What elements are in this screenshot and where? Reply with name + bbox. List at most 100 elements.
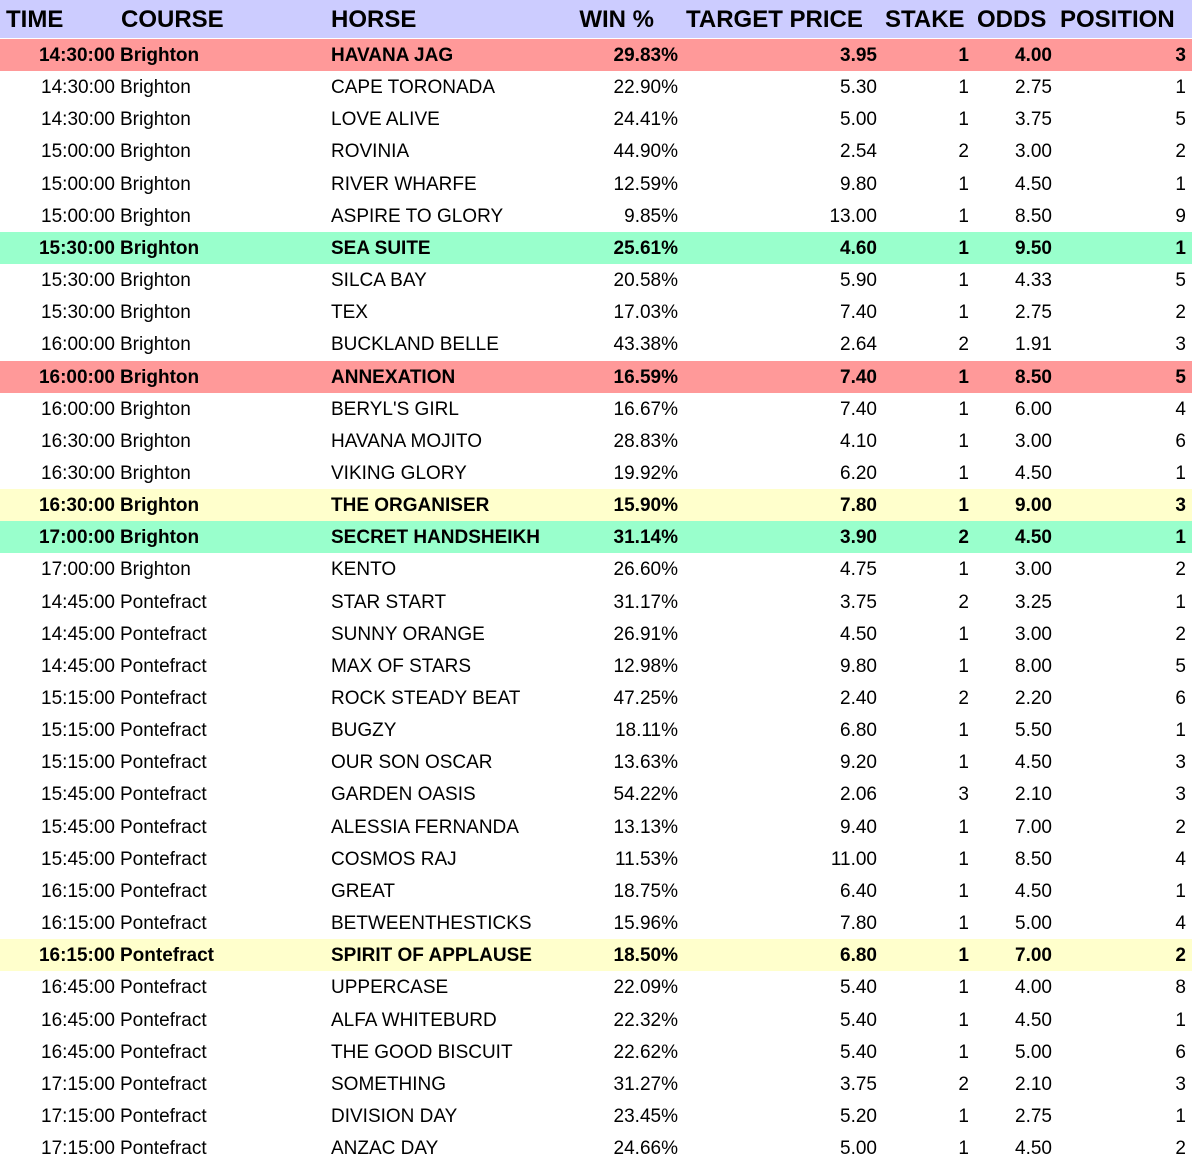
cell-odds[interactable]: 4.50 [1015, 746, 1052, 779]
cell-stake[interactable]: 1 [958, 746, 969, 779]
cell-horse[interactable]: TEX [331, 296, 368, 329]
cell-win[interactable]: 18.75% [614, 875, 678, 908]
cell-position[interactable]: 1 [1175, 714, 1186, 747]
cell-win[interactable]: 26.60% [614, 553, 678, 586]
cell-stake[interactable]: 1 [958, 843, 969, 876]
cell-target-price[interactable]: 5.20 [840, 1100, 877, 1133]
cell-course[interactable]: Brighton [120, 39, 199, 72]
cell-time[interactable]: 15:00:00 [41, 135, 115, 168]
cell-stake[interactable]: 2 [958, 135, 969, 168]
cell-win[interactable]: 26.91% [614, 618, 678, 651]
cell-target-price[interactable]: 6.40 [840, 875, 877, 908]
cell-horse[interactable]: BUCKLAND BELLE [331, 328, 499, 361]
cell-time[interactable]: 17:15:00 [41, 1100, 115, 1133]
cell-horse[interactable]: HAVANA JAG [331, 39, 453, 72]
cell-odds[interactable]: 5.50 [1015, 714, 1052, 747]
cell-position[interactable]: 2 [1175, 1132, 1186, 1165]
cell-win[interactable]: 22.90% [614, 71, 678, 104]
cell-horse[interactable]: RIVER WHARFE [331, 168, 477, 201]
cell-position[interactable]: 3 [1175, 489, 1186, 522]
cell-win[interactable]: 43.38% [614, 328, 678, 361]
cell-stake[interactable]: 1 [958, 971, 969, 1004]
cell-win[interactable]: 11.53% [615, 843, 678, 876]
cell-position[interactable]: 4 [1175, 907, 1186, 940]
header-position[interactable]: POSITION [1060, 0, 1175, 40]
cell-stake[interactable]: 1 [958, 296, 969, 329]
cell-win[interactable]: 25.61% [614, 232, 678, 265]
cell-time[interactable]: 15:00:00 [41, 200, 115, 233]
cell-horse[interactable]: GARDEN OASIS [331, 778, 476, 811]
cell-horse[interactable]: CAPE TORONADA [331, 71, 495, 104]
header-win[interactable]: WIN % [579, 0, 654, 40]
cell-time[interactable]: 14:45:00 [41, 586, 115, 619]
cell-time[interactable]: 15:45:00 [41, 811, 115, 844]
cell-odds[interactable]: 4.50 [1015, 521, 1052, 554]
header-course[interactable]: COURSE [121, 0, 224, 40]
cell-time[interactable]: 16:45:00 [41, 1004, 115, 1037]
cell-horse[interactable]: SPIRIT OF APPLAUSE [331, 939, 532, 972]
cell-odds[interactable]: 4.50 [1015, 168, 1052, 201]
cell-odds[interactable]: 2.75 [1015, 1100, 1052, 1133]
cell-position[interactable]: 2 [1175, 618, 1186, 651]
cell-stake[interactable]: 1 [958, 361, 969, 394]
cell-target-price[interactable]: 4.10 [840, 425, 877, 458]
cell-odds[interactable]: 9.00 [1015, 489, 1052, 522]
cell-course[interactable]: Pontefract [120, 1068, 207, 1101]
cell-target-price[interactable]: 5.00 [840, 103, 877, 136]
cell-target-price[interactable]: 6.80 [840, 939, 877, 972]
cell-position[interactable]: 3 [1175, 1068, 1186, 1101]
cell-stake[interactable]: 1 [958, 875, 969, 908]
cell-position[interactable]: 3 [1175, 328, 1186, 361]
cell-win[interactable]: 22.09% [614, 971, 678, 1004]
cell-course[interactable]: Brighton [120, 361, 199, 394]
cell-target-price[interactable]: 9.80 [840, 168, 877, 201]
cell-horse[interactable]: SEA SUITE [331, 232, 431, 265]
cell-time[interactable]: 14:30:00 [41, 71, 115, 104]
cell-stake[interactable]: 1 [958, 714, 969, 747]
cell-target-price[interactable]: 3.75 [840, 1068, 877, 1101]
cell-target-price[interactable]: 4.60 [840, 232, 877, 265]
cell-target-price[interactable]: 5.00 [840, 1132, 877, 1165]
cell-win[interactable]: 9.85% [624, 200, 678, 233]
cell-position[interactable]: 3 [1175, 778, 1186, 811]
cell-stake[interactable]: 1 [958, 1004, 969, 1037]
cell-time[interactable]: 16:15:00 [41, 875, 115, 908]
cell-target-price[interactable]: 2.54 [840, 135, 877, 168]
cell-stake[interactable]: 1 [958, 264, 969, 297]
cell-time[interactable]: 15:45:00 [41, 843, 115, 876]
cell-odds[interactable]: 7.00 [1015, 811, 1052, 844]
cell-time[interactable]: 15:15:00 [41, 746, 115, 779]
cell-course[interactable]: Pontefract [120, 682, 207, 715]
cell-horse[interactable]: ANZAC DAY [331, 1132, 438, 1165]
cell-course[interactable]: Pontefract [120, 1100, 207, 1133]
cell-odds[interactable]: 3.00 [1015, 135, 1052, 168]
cell-odds[interactable]: 4.00 [1015, 971, 1052, 1004]
cell-position[interactable]: 9 [1175, 200, 1186, 233]
cell-win[interactable]: 23.45% [614, 1100, 678, 1133]
cell-time[interactable]: 16:30:00 [39, 489, 115, 522]
cell-target-price[interactable]: 5.40 [840, 1004, 877, 1037]
cell-horse[interactable]: BERYL'S GIRL [331, 393, 459, 426]
cell-position[interactable]: 6 [1175, 682, 1186, 715]
cell-time[interactable]: 16:00:00 [41, 328, 115, 361]
cell-horse[interactable]: LOVE ALIVE [331, 103, 440, 136]
cell-horse[interactable]: SECRET HANDSHEIKH [331, 521, 540, 554]
cell-position[interactable]: 5 [1175, 103, 1186, 136]
cell-course[interactable]: Brighton [120, 521, 199, 554]
cell-horse[interactable]: ALESSIA FERNANDA [331, 811, 519, 844]
cell-target-price[interactable]: 2.06 [840, 778, 877, 811]
cell-odds[interactable]: 4.50 [1015, 457, 1052, 490]
cell-stake[interactable]: 2 [958, 1068, 969, 1101]
cell-odds[interactable]: 3.75 [1015, 103, 1052, 136]
cell-course[interactable]: Pontefract [120, 746, 207, 779]
cell-time[interactable]: 15:30:00 [41, 264, 115, 297]
cell-stake[interactable]: 1 [958, 1132, 969, 1165]
cell-position[interactable]: 1 [1175, 71, 1186, 104]
cell-course[interactable]: Pontefract [120, 1132, 207, 1165]
cell-win[interactable]: 15.96% [614, 907, 678, 940]
cell-stake[interactable]: 1 [958, 553, 969, 586]
cell-time[interactable]: 14:45:00 [41, 618, 115, 651]
cell-course[interactable]: Brighton [120, 553, 191, 586]
cell-horse[interactable]: ALFA WHITEBURD [331, 1004, 497, 1037]
cell-time[interactable]: 15:30:00 [41, 296, 115, 329]
